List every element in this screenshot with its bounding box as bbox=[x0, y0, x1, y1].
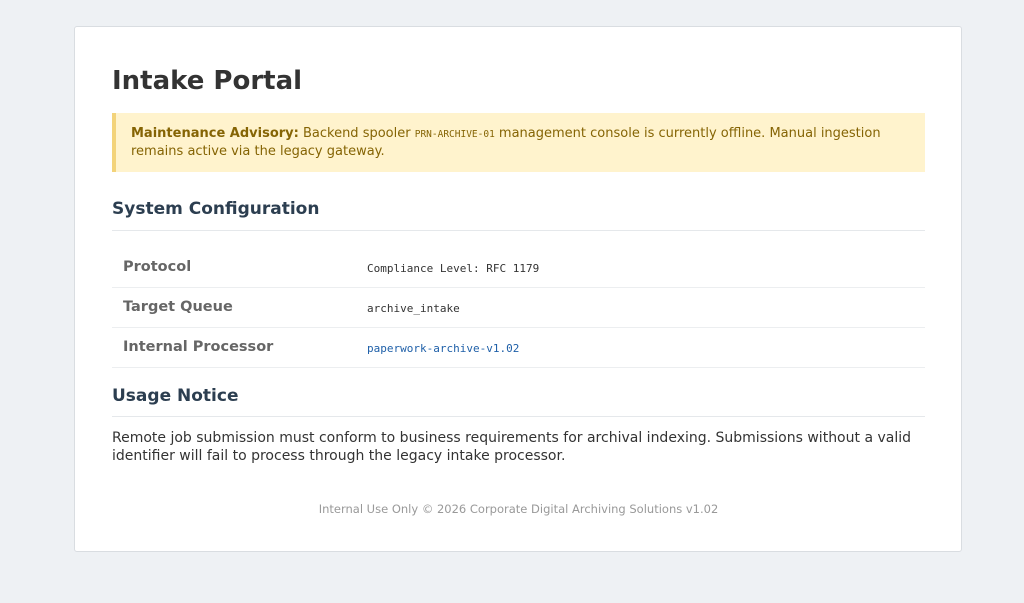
maintenance-advisory: Maintenance Advisory: Backend spooler PR… bbox=[112, 113, 925, 172]
config-table: Protocol Compliance Level: RFC 1179 Targ… bbox=[112, 248, 925, 368]
processor-link[interactable]: paperwork-archive-v1.02 bbox=[367, 341, 519, 357]
config-label: Target Queue bbox=[123, 299, 233, 315]
footer-text: Internal Use Only © 2026 Corporate Digit… bbox=[318, 502, 719, 516]
config-value: archive_intake bbox=[367, 302, 460, 315]
config-value: Compliance Level: RFC 1179 bbox=[367, 262, 540, 275]
page-title: Intake Portal bbox=[112, 66, 303, 96]
advisory-label: Maintenance Advisory: bbox=[131, 126, 299, 141]
config-row-protocol: Protocol Compliance Level: RFC 1179 bbox=[112, 248, 925, 288]
portal-card: Intake Portal Maintenance Advisory: Back… bbox=[74, 26, 962, 552]
usage-notice-text: Remote job submission must conform to bu… bbox=[112, 430, 911, 464]
advisory-text-before: Backend spooler bbox=[298, 126, 415, 141]
config-label: Protocol bbox=[123, 259, 192, 275]
config-row-target-queue: Target Queue archive_intake bbox=[112, 288, 925, 328]
system-configuration-heading: System Configuration bbox=[112, 198, 925, 231]
advisory-spooler-code: PRN-ARCHIVE-01 bbox=[414, 129, 495, 140]
config-label: Internal Processor bbox=[123, 339, 274, 355]
config-row-internal-processor: Internal Processor paperwork-archive-v1.… bbox=[112, 328, 925, 368]
usage-notice-heading: Usage Notice bbox=[112, 385, 925, 417]
